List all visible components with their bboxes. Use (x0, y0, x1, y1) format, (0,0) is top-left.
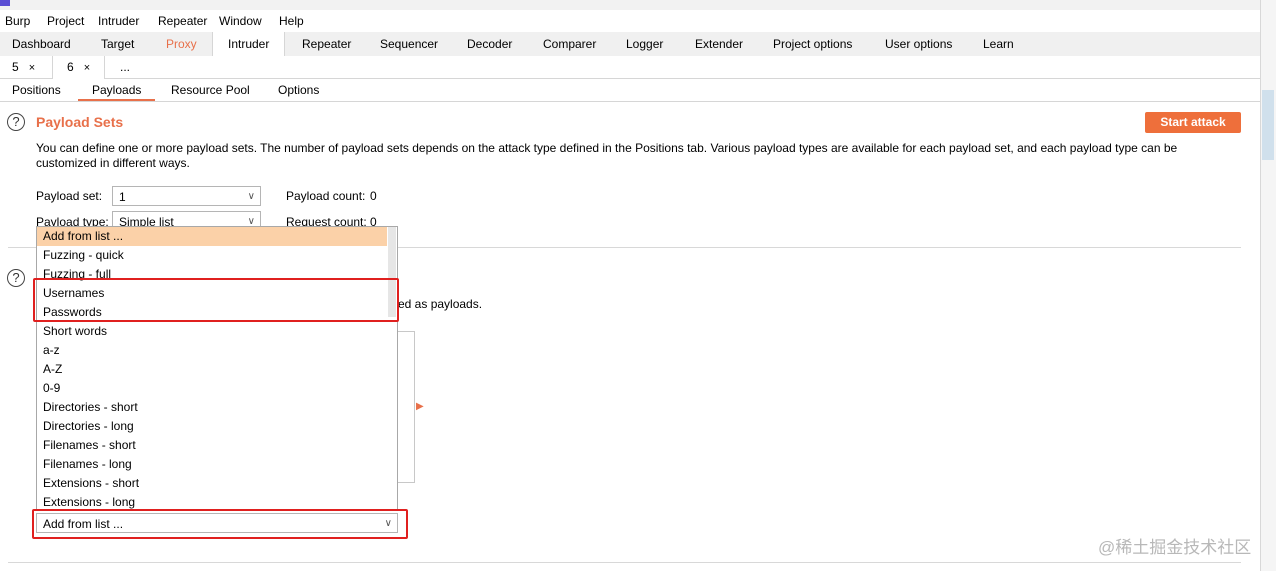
tab-extender[interactable]: Extender (695, 32, 743, 56)
main-tab-bar: Dashboard Target Proxy Intruder Repeater… (0, 32, 1260, 57)
list-item[interactable]: Filenames - long (37, 455, 387, 474)
payload-list-dropdown[interactable]: Add from list ... Fuzzing - quick Fuzzin… (36, 226, 398, 510)
attack-tab-bar: 5 × 6 × ... (0, 56, 1260, 79)
payload-set-select[interactable]: 1 ∨ (112, 186, 261, 206)
payload-set-value: 1 (119, 190, 126, 204)
list-item[interactable]: Filenames - short (37, 436, 387, 455)
tab-dashboard[interactable]: Dashboard (12, 32, 71, 56)
payload-count-label: Payload count: (286, 189, 366, 203)
section-description: You can define one or more payload sets.… (36, 141, 1178, 170)
tab-project-options[interactable]: Project options (773, 32, 852, 56)
triangle-right-icon: ▶ (416, 401, 424, 412)
tab-options[interactable]: Options (278, 79, 319, 101)
list-item[interactable]: Extensions - long (37, 493, 387, 509)
list-item[interactable]: Add from list ... (37, 227, 387, 246)
vertical-scrollbar[interactable] (1260, 0, 1276, 571)
annotation-box (32, 509, 408, 539)
close-icon[interactable]: × (84, 62, 90, 74)
tab-payloads[interactable]: Payloads (78, 79, 156, 101)
list-item[interactable]: Fuzzing - quick (37, 246, 387, 265)
tab-positions[interactable]: Positions (12, 79, 61, 101)
watermark: @稀土掘金技术社区 (1098, 538, 1252, 557)
tab-sequencer[interactable]: Sequencer (380, 32, 438, 56)
attack-tab-new[interactable]: ... (120, 56, 130, 78)
attack-tab-label: 5 (12, 60, 19, 74)
attack-tab-6[interactable]: 6 × (52, 56, 106, 79)
list-item[interactable]: 0-9 (37, 379, 387, 398)
tab-user-options[interactable]: User options (885, 32, 952, 56)
list-item[interactable]: Short words (37, 322, 387, 341)
help-icon[interactable]: ? (7, 269, 25, 287)
tab-learn[interactable]: Learn (983, 32, 1014, 56)
tab-comparer[interactable]: Comparer (543, 32, 596, 56)
attack-tab-5[interactable]: 5 × (12, 56, 35, 78)
list-item[interactable]: Extensions - short (37, 474, 387, 493)
title-bar (0, 0, 1276, 10)
menu-intruder[interactable]: Intruder (98, 14, 139, 28)
payload-set-label: Payload set: (36, 189, 103, 203)
list-item[interactable]: A-Z (37, 360, 387, 379)
list-item[interactable]: Directories - short (37, 398, 387, 417)
config-tab-bar: Positions Payloads Resource Pool Options (0, 79, 1260, 102)
list-item[interactable]: Directories - long (37, 417, 387, 436)
start-attack-button[interactable]: Start attack (1145, 112, 1241, 133)
tab-proxy[interactable]: Proxy (166, 32, 197, 56)
section-title: Payload Sets (36, 114, 124, 130)
chevron-down-icon: ∨ (247, 191, 255, 202)
menu-repeater[interactable]: Repeater (158, 14, 207, 28)
section-divider (8, 562, 1241, 563)
options-description: ed as payloads. (398, 297, 483, 311)
menu-bar: Burp Project Intruder Repeater Window He… (0, 10, 1260, 32)
tab-target[interactable]: Target (101, 32, 134, 56)
menu-burp[interactable]: Burp (5, 14, 30, 28)
payload-list-box[interactable] (398, 331, 415, 483)
tab-decoder[interactable]: Decoder (467, 32, 512, 56)
scrollbar-thumb[interactable] (1262, 90, 1274, 160)
attack-tab-label: 6 (67, 60, 74, 74)
list-item[interactable]: a-z (37, 341, 387, 360)
tab-logger[interactable]: Logger (626, 32, 663, 56)
close-icon[interactable]: × (29, 62, 35, 74)
app-icon (0, 0, 10, 6)
payload-count-value: 0 (370, 189, 377, 203)
menu-window[interactable]: Window (219, 14, 262, 28)
tab-repeater[interactable]: Repeater (302, 32, 351, 56)
tab-intruder[interactable]: Intruder (212, 32, 286, 57)
menu-help[interactable]: Help (279, 14, 304, 28)
menu-project[interactable]: Project (47, 14, 84, 28)
help-icon[interactable]: ? (7, 113, 25, 131)
tab-resource-pool[interactable]: Resource Pool (171, 79, 250, 101)
annotation-box (33, 278, 399, 322)
